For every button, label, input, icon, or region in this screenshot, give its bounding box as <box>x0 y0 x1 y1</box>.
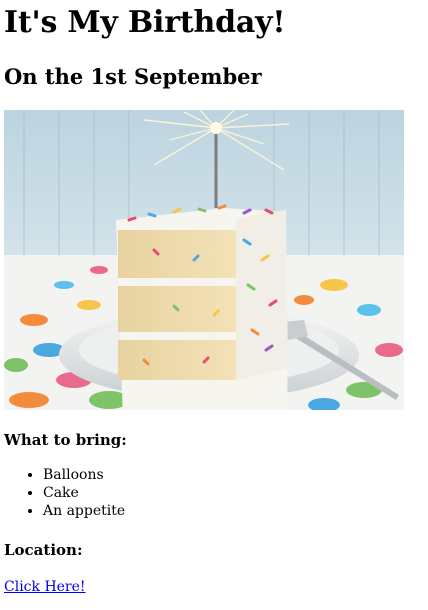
list-item: Cake <box>43 484 428 502</box>
page-content: It's My Birthday! On the 1st September W… <box>0 0 428 596</box>
list-item: An appetite <box>43 502 428 520</box>
bring-heading: What to bring: <box>4 431 127 449</box>
birthday-cake-image <box>4 110 404 410</box>
bring-list: Balloons Cake An appetite <box>4 466 428 520</box>
location-link[interactable]: Click Here! <box>4 578 86 596</box>
page-title: It's My Birthday! <box>4 5 286 40</box>
location-heading: Location: <box>4 541 83 559</box>
list-item: Balloons <box>43 466 428 484</box>
date-subtitle: On the 1st September <box>4 64 262 89</box>
